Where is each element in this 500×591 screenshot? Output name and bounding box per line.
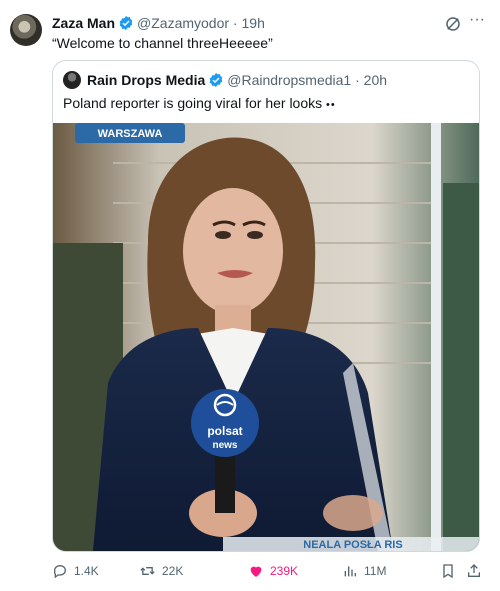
media-photo[interactable]: WARSZAWA polsat news NEALA POSŁA RIS [53,123,479,551]
share-button[interactable] [466,560,482,582]
reply-button[interactable]: 1.4K [52,560,99,582]
reply-icon [52,563,68,579]
quote-time: 20h [363,72,388,88]
author-handle[interactable]: @Zazamyodor [137,15,229,31]
quote-text-body: Poland reporter is going viral for her l… [63,95,323,111]
bookmark-icon [440,563,456,579]
verified-badge-icon [208,72,224,92]
repost-button[interactable]: 22K [139,560,183,582]
mic-brand-line1: polsat [207,424,242,438]
grok-icon[interactable] [444,15,462,33]
tweet-text: “Welcome to channel threeHeeeee” [52,35,273,51]
quote-author-name: Rain Drops Media [87,72,206,88]
author-avatar[interactable] [10,14,42,46]
quoted-tweet[interactable]: Rain Drops Media @Raindropsmedia1 · 20h P… [52,60,480,552]
tweet-time[interactable]: 19h [242,15,265,31]
location-banner-text: WARSZAWA [98,128,163,140]
bottom-ticker-text: NEALA POSŁA RIS [303,539,402,551]
repost-count: 22K [162,564,184,578]
dot-separator: · [351,72,364,88]
like-icon [248,563,264,579]
action-bar: 1.4K 22K 239K 11M [52,560,492,582]
repost-icon [139,563,156,579]
quote-author-handle: @Raindropsmedia1 [227,72,352,88]
reply-count: 1.4K [74,564,99,578]
views-icon [342,563,358,579]
author-name[interactable]: Zaza Man [52,15,115,31]
more-icon[interactable]: ··· [464,11,490,31]
quote-header: Rain Drops Media @Raindropsmedia1 · 20h [87,71,387,92]
mic-brand-line2: news [212,440,237,451]
verified-badge-icon [118,15,134,35]
like-count: 239K [270,564,299,578]
quote-text: Poland reporter is going viral for her l… [63,94,336,114]
bookmark-button[interactable] [440,560,456,582]
like-button[interactable]: 239K [248,560,298,582]
quote-author-avatar [63,71,81,89]
dot-separator: · [229,15,242,31]
eyes-emoji: •• [326,99,336,111]
share-icon [466,563,482,579]
views-button[interactable]: 11M [342,560,386,582]
tweet: Zaza Man @Zazamyodor · 19h “Welcome to ch… [0,0,500,591]
tweet-header: Zaza Man @Zazamyodor · 19h [52,14,430,35]
views-count: 11M [364,564,387,578]
